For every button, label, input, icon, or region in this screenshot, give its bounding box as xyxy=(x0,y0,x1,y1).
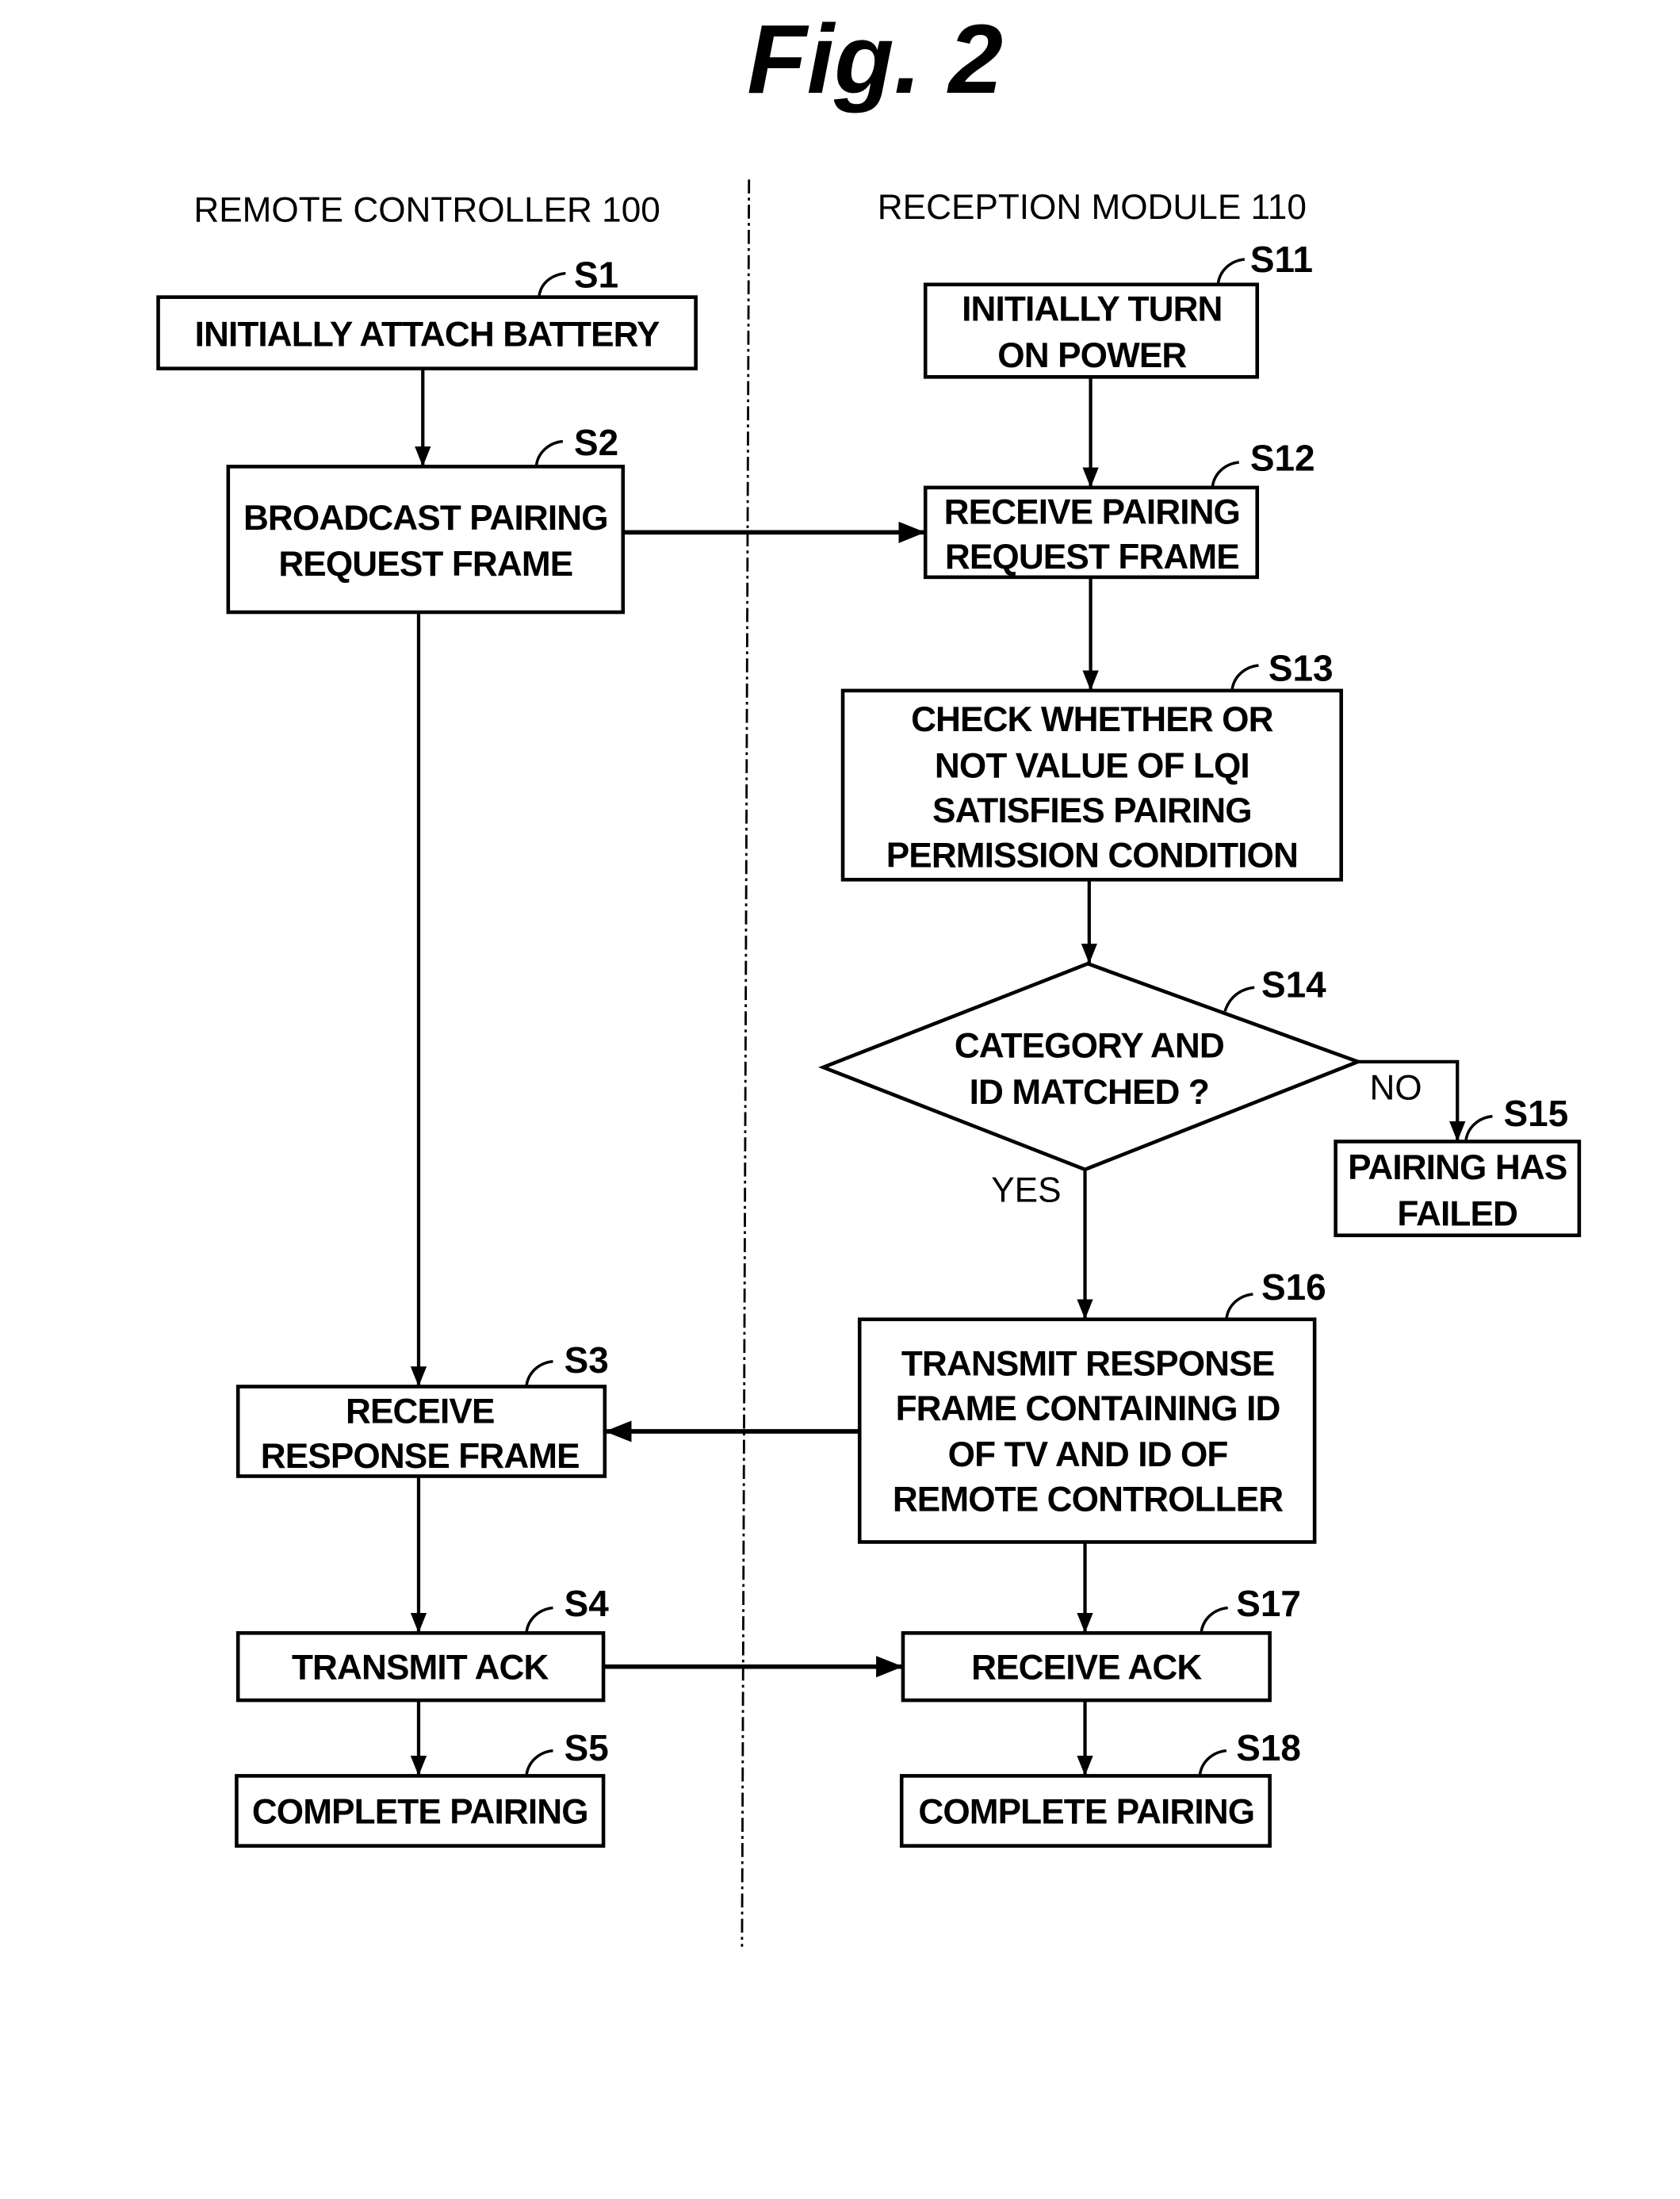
step-leader xyxy=(1225,1293,1253,1320)
step-s5: COMPLETE PAIRING S5 xyxy=(235,1727,609,1848)
step-text: ON POWER xyxy=(997,336,1186,375)
step-id: S18 xyxy=(1236,1727,1301,1768)
decision-text: CATEGORY AND xyxy=(955,1027,1224,1066)
step-id: S17 xyxy=(1236,1583,1301,1624)
step-text: COMPLETE PAIRING xyxy=(918,1792,1254,1831)
step-text: REQUEST FRAME xyxy=(278,545,572,584)
lane-header-reception-module: RECEPTION MODULE 110 xyxy=(878,188,1307,227)
step-s1: INITIALLY ATTACH BATTERY S1 xyxy=(156,254,698,371)
step-text: INITIALLY TURN xyxy=(962,290,1222,329)
step-text: RESPONSE FRAME xyxy=(261,1437,580,1476)
step-text: FAILED xyxy=(1397,1194,1517,1233)
flowchart: Fig. 2 REMOTE CONTROLLER 100 RECEPTION M… xyxy=(156,5,1582,1947)
step-leader xyxy=(525,1359,553,1387)
branch-label-yes: YES xyxy=(991,1170,1061,1209)
step-leader xyxy=(525,1749,553,1776)
step-leader xyxy=(1230,664,1259,691)
step-id: S3 xyxy=(564,1339,609,1381)
step-s2: BROADCAST PAIRING REQUEST FRAME S2 xyxy=(226,422,626,615)
figure-title: Fig. 2 xyxy=(747,5,1003,114)
step-s11: INITIALLY TURN ON POWER S11 xyxy=(923,239,1313,379)
step-box xyxy=(226,465,626,615)
step-id: S1 xyxy=(574,254,618,295)
step-id: S16 xyxy=(1261,1266,1326,1308)
step-leader xyxy=(1200,1606,1228,1634)
step-text: FRAME CONTAINING ID xyxy=(896,1389,1280,1428)
step-text: REQUEST FRAME xyxy=(945,538,1239,577)
step-id: S12 xyxy=(1250,438,1315,479)
step-text: INITIALLY ATTACH BATTERY xyxy=(195,315,660,354)
step-leader xyxy=(1198,1749,1227,1776)
step-text: RECEIVE xyxy=(346,1392,495,1431)
step-leader xyxy=(525,1606,553,1634)
step-text: TRANSMIT ACK xyxy=(292,1649,549,1688)
step-text: TRANSMIT RESPONSE xyxy=(901,1344,1274,1383)
step-id: S2 xyxy=(574,422,618,463)
step-leader xyxy=(1223,986,1255,1012)
lane-header-remote-controller: REMOTE CONTROLLER 100 xyxy=(193,190,660,229)
step-id: S15 xyxy=(1504,1093,1569,1134)
step-s18: COMPLETE PAIRING S18 xyxy=(899,1727,1301,1848)
step-id: S5 xyxy=(564,1727,609,1768)
step-id: S11 xyxy=(1250,239,1313,280)
step-text: OF TV AND ID OF xyxy=(948,1435,1228,1474)
step-leader xyxy=(1464,1114,1493,1142)
decision-text: ID MATCHED ? xyxy=(970,1073,1209,1112)
decision-s14: CATEGORY AND ID MATCHED ? S14 xyxy=(818,961,1364,1172)
step-text: COMPLETE PAIRING xyxy=(252,1792,588,1831)
step-leader xyxy=(1216,258,1246,285)
branch-label-no: NO xyxy=(1369,1069,1422,1108)
step-text: RECEIVE ACK xyxy=(971,1649,1202,1688)
step-s17: RECEIVE ACK S17 xyxy=(901,1583,1301,1703)
step-leader xyxy=(538,271,566,297)
step-leader xyxy=(1211,461,1240,488)
step-text: REMOTE CONTROLLER xyxy=(893,1481,1283,1519)
step-text: NOT VALUE OF LQI xyxy=(935,746,1249,785)
step-id: S4 xyxy=(564,1583,610,1624)
step-s4: TRANSMIT ACK S4 xyxy=(235,1583,610,1703)
step-text: PERMISSION CONDITION xyxy=(886,836,1298,875)
step-s16: TRANSMIT RESPONSE FRAME CONTAINING ID OF… xyxy=(857,1266,1326,1544)
lane-divider xyxy=(741,179,751,1947)
step-text: BROADCAST PAIRING xyxy=(243,499,608,538)
step-id: S13 xyxy=(1269,648,1334,689)
step-text: PAIRING HAS xyxy=(1348,1148,1567,1187)
step-text: SATISFIES PAIRING xyxy=(932,791,1252,830)
step-leader xyxy=(534,439,564,467)
step-id: S14 xyxy=(1261,964,1326,1006)
step-s3: RECEIVE RESPONSE FRAME S3 xyxy=(235,1339,609,1478)
step-text: RECEIVE PAIRING xyxy=(944,493,1240,532)
step-s12: RECEIVE PAIRING REQUEST FRAME S12 xyxy=(923,438,1315,580)
step-text: CHECK WHETHER OR xyxy=(911,700,1273,739)
